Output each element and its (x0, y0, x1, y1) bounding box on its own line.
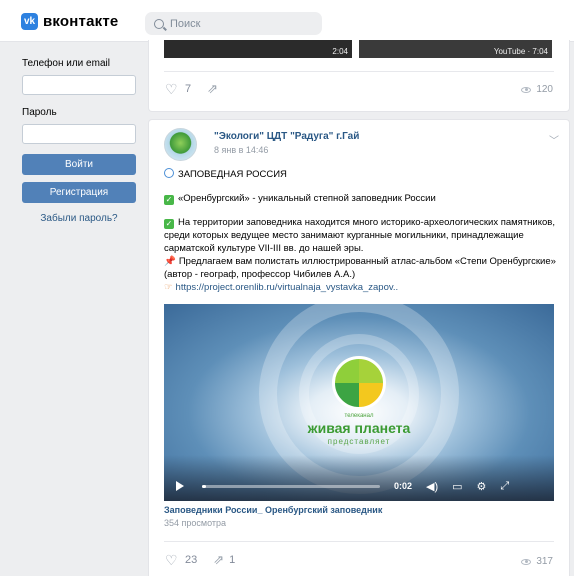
post-actions: ♡ 7 ⇗ (165, 82, 218, 96)
post-date[interactable]: 8 янв в 14:46 (214, 145, 268, 155)
views-count: 120 (536, 84, 553, 95)
vk-logo[interactable]: vk вконтакте (21, 13, 118, 30)
divider (164, 541, 554, 542)
vk-logo-icon: vk (21, 13, 38, 30)
like-icon[interactable]: ♡ (165, 82, 179, 96)
views-counter: 317 (521, 556, 553, 567)
forgot-password-link[interactable]: Забыли пароль? (22, 213, 136, 224)
video-overlay-title: живая планета (307, 420, 411, 436)
pin-icon: 📌 (164, 256, 176, 267)
like-icon[interactable]: ♡ (165, 553, 179, 567)
check-icon: ✓ (164, 195, 174, 205)
like-count: 23 (185, 554, 198, 566)
logo-text: вконтакте (43, 13, 119, 30)
channel-logo-icon (332, 356, 386, 410)
post-line: На территории заповедника находится мног… (164, 217, 555, 254)
share-count: 1 (229, 554, 236, 566)
phone-label: Телефон или email (22, 58, 110, 69)
video-player[interactable]: телеканал живая планета представляет 0:0… (164, 304, 554, 501)
play-icon[interactable] (176, 481, 184, 491)
post-text: ЗАПОВЕДНАЯ РОССИЯ ✓ «Оренбургский» - уник… (164, 168, 556, 294)
search-placeholder: Поиск (170, 17, 201, 30)
divider (164, 71, 554, 72)
like-count: 7 (185, 83, 192, 95)
video-time: 0:02 (394, 481, 413, 491)
post-line: ЗАПОВЕДНАЯ РОССИЯ (178, 169, 287, 180)
share-icon[interactable]: ⇗ (213, 553, 224, 566)
previous-post: 2:04 YouTube · 7:04 ♡ 7 ⇗ 120 (148, 40, 570, 112)
globe-icon (164, 168, 174, 178)
register-button[interactable]: Регистрация (22, 182, 136, 203)
share-icon[interactable]: ⇗ (207, 82, 218, 95)
video-progress-bar[interactable] (202, 484, 380, 488)
author-avatar[interactable] (164, 128, 197, 161)
phone-email-field[interactable] (22, 75, 136, 95)
post-card: "Экологи" ЦДТ "Радуга" г.Гай 8 янв в 14:… (148, 119, 570, 576)
video-controls: 0:02 ◀) ▭ ⚙ ⤢ (164, 471, 554, 501)
post-line: Предлагаем вам полистать иллюстрированны… (164, 256, 556, 280)
search-input[interactable]: Поиск (145, 12, 322, 35)
post-link[interactable]: https://project.orenlib.ru/virtualnaja_v… (176, 282, 399, 293)
eye-icon (521, 558, 532, 565)
search-icon (154, 18, 164, 29)
video-progress-fill (202, 484, 206, 488)
post-author[interactable]: "Экологи" ЦДТ "Радуга" г.Гай (214, 131, 359, 142)
video-duration: YouTube · 7:04 (493, 47, 548, 56)
pointing-hand-icon: ☞ (164, 282, 173, 293)
video-overlay-small: телеканал (344, 413, 374, 419)
video-thumbnail[interactable]: YouTube · 7:04 (359, 40, 552, 58)
login-button[interactable]: Войти (22, 154, 136, 175)
login-panel: Телефон или email Пароль Войти Регистрац… (14, 44, 144, 224)
settings-gear-icon[interactable]: ⚙ (477, 480, 487, 493)
top-header: vk вконтакте Поиск (0, 0, 574, 42)
views-count: 317 (536, 556, 553, 567)
eye-icon (521, 86, 532, 93)
check-icon: ✓ (164, 219, 174, 229)
post-line: «Оренбургский» - уникальный степной запо… (178, 193, 436, 204)
video-duration: 2:04 (332, 47, 348, 56)
video-overlay-sub: представляет (327, 437, 391, 446)
video-views: 354 просмотра (164, 518, 227, 528)
password-label: Пароль (22, 107, 57, 118)
video-thumbnail[interactable]: 2:04 (164, 40, 352, 58)
chevron-down-icon[interactable]: ﹀ (549, 132, 559, 147)
fullscreen-icon[interactable]: ⤢ (500, 480, 509, 493)
post-actions: ♡ 23 ⇗ 1 (165, 553, 236, 567)
password-field[interactable] (22, 124, 136, 144)
video-title[interactable]: Заповедники России_ Оренбургский заповед… (164, 505, 382, 515)
volume-icon[interactable]: ◀) (426, 480, 438, 493)
views-counter: 120 (521, 84, 553, 95)
miniplayer-icon[interactable]: ▭ (452, 480, 462, 493)
